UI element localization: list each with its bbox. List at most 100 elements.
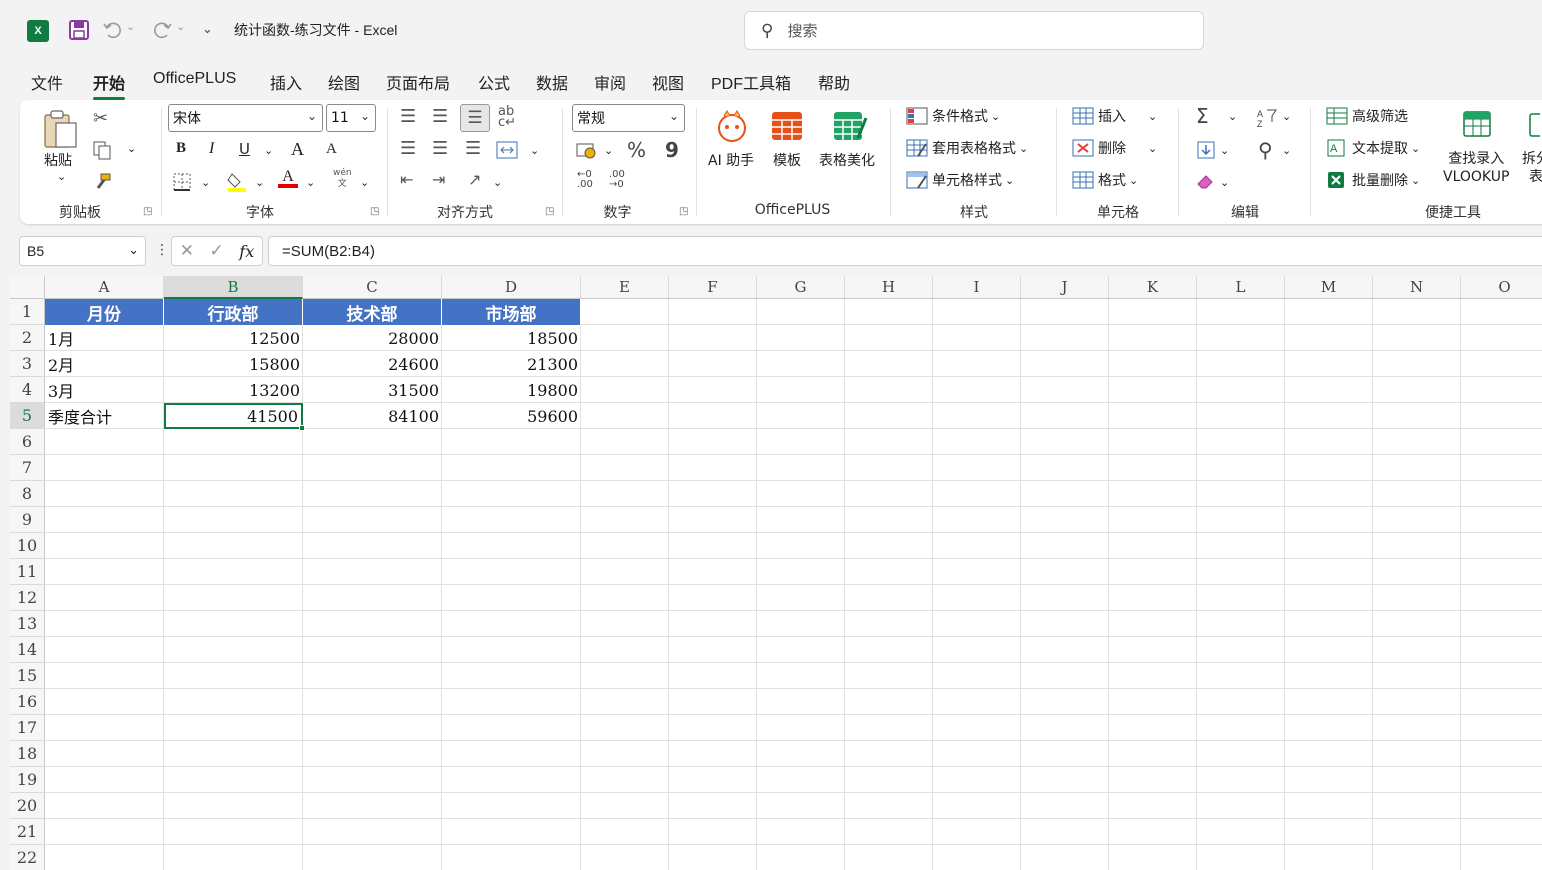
column-header-i[interactable]: I <box>933 276 1021 299</box>
column-header-b[interactable]: B <box>164 276 303 299</box>
worksheet-grid[interactable]: A B C D E F G H I J K L M N O 1 2 3 4 5 6 7 8 9 10 11 12 13 14 15 16 17… <box>10 276 1542 870</box>
orientation-dropdown-icon[interactable]: ⌄ <box>493 176 502 189</box>
comma-style-button[interactable]: 9 <box>665 138 679 162</box>
row-header-17[interactable]: 17 <box>10 715 45 741</box>
row-header-8[interactable]: 8 <box>10 481 45 507</box>
font-color-icon[interactable]: A <box>278 168 298 188</box>
format-painter-icon[interactable] <box>92 172 112 192</box>
paste-dropdown-icon[interactable]: ⌄ <box>57 170 66 183</box>
tab-view[interactable]: 视图 <box>652 70 684 94</box>
text-extract-button[interactable]: A 文本提取 ⌄ <box>1326 138 1420 158</box>
tab-file[interactable]: 文件 <box>31 70 63 94</box>
font-size-select[interactable]: 11 ⌄ <box>326 104 376 132</box>
column-header-o[interactable]: O <box>1461 276 1542 299</box>
underline-dropdown-icon[interactable]: ⌄ <box>264 144 273 157</box>
number-format-select[interactable]: 常规 ⌄ <box>572 104 685 132</box>
shrink-font-button[interactable]: A <box>326 141 337 158</box>
align-left-icon[interactable]: ☰ <box>400 138 416 159</box>
column-header-k[interactable]: K <box>1109 276 1197 299</box>
fill-icon[interactable] <box>1196 140 1216 160</box>
align-right-icon[interactable]: ☰ <box>465 138 481 159</box>
table-cell[interactable]: 31500 <box>303 377 442 403</box>
cut-icon[interactable]: ✂ <box>93 108 108 129</box>
column-header-m[interactable]: M <box>1285 276 1373 299</box>
font-launcher-icon[interactable]: ◳ <box>370 206 379 217</box>
ai-assistant-button[interactable]: AI 助手 <box>708 150 754 170</box>
italic-button[interactable]: I <box>209 140 214 158</box>
batch-delete-button[interactable]: 批量删除 ⌄ <box>1326 170 1420 190</box>
sort-filter-dropdown-icon[interactable]: ⌄ <box>1282 110 1291 123</box>
table-cell[interactable]: 3月 <box>45 377 164 403</box>
row-header-22[interactable]: 22 <box>10 845 45 870</box>
row-header-21[interactable]: 21 <box>10 819 45 845</box>
column-header-e[interactable]: E <box>581 276 669 299</box>
clipboard-launcher-icon[interactable]: ◳ <box>143 206 152 217</box>
search-box[interactable]: ⚲ 搜索 <box>744 11 1204 50</box>
column-header-j[interactable]: J <box>1021 276 1109 299</box>
delete-cells-button[interactable]: 删除 <box>1072 138 1126 158</box>
column-header-d[interactable]: D <box>442 276 581 299</box>
table-cell[interactable]: 59600 <box>442 403 581 429</box>
row-header-2[interactable]: 2 <box>10 325 45 351</box>
save-icon[interactable] <box>67 18 91 42</box>
table-cell[interactable]: 13200 <box>164 377 303 403</box>
split-table-icon[interactable] <box>1528 110 1540 140</box>
conditional-format-button[interactable]: 条件格式 ⌄ <box>906 106 1000 126</box>
copy-dropdown-icon[interactable]: ⌄ <box>127 142 136 155</box>
table-cell[interactable]: 19800 <box>442 377 581 403</box>
align-middle-icon[interactable]: ☰ <box>432 106 448 127</box>
tab-page-layout[interactable]: 页面布局 <box>386 70 450 94</box>
column-header-g[interactable]: G <box>757 276 845 299</box>
row-header-9[interactable]: 9 <box>10 507 45 533</box>
table-header-cell[interactable]: 技术部 <box>303 299 442 325</box>
row-header-13[interactable]: 13 <box>10 611 45 637</box>
borders-icon[interactable] <box>172 172 192 192</box>
table-beautify-icon[interactable] <box>832 110 868 142</box>
tab-formulas[interactable]: 公式 <box>478 70 510 94</box>
name-box[interactable]: B5 ⌄ <box>19 236 146 266</box>
row-header-20[interactable]: 20 <box>10 793 45 819</box>
table-cell[interactable]: 28000 <box>303 325 442 351</box>
align-bottom-icon[interactable]: ☰ <box>460 104 490 132</box>
autosum-icon[interactable]: Σ <box>1196 104 1209 128</box>
table-cell[interactable]: 2月 <box>45 351 164 377</box>
column-header-a[interactable]: A <box>45 276 164 299</box>
row-header-5[interactable]: 5 <box>10 403 45 429</box>
row-header-11[interactable]: 11 <box>10 559 45 585</box>
paste-button[interactable]: 粘贴 <box>44 150 72 170</box>
number-launcher-icon[interactable]: ◳ <box>679 206 688 217</box>
tab-officeplus[interactable]: OfficePLUS <box>153 70 236 88</box>
table-cell[interactable]: 18500 <box>442 325 581 351</box>
sort-filter-icon[interactable]: AZ <box>1256 108 1278 128</box>
merge-center-icon[interactable] <box>496 140 518 160</box>
find-select-dropdown-icon[interactable]: ⌄ <box>1282 144 1291 157</box>
table-header-cell[interactable]: 行政部 <box>164 299 303 325</box>
fill-dropdown-icon[interactable]: ⌄ <box>1220 144 1229 157</box>
column-header-l[interactable]: L <box>1197 276 1285 299</box>
row-header-4[interactable]: 4 <box>10 377 45 403</box>
row-header-3[interactable]: 3 <box>10 351 45 377</box>
column-header-f[interactable]: F <box>669 276 757 299</box>
tab-pdf-tools[interactable]: PDF工具箱 <box>711 70 791 94</box>
fill-color-icon[interactable] <box>226 170 248 192</box>
decrease-decimal-button[interactable]: .00 →0 <box>609 170 635 190</box>
grow-font-button[interactable]: A <box>291 139 304 160</box>
table-cell[interactable]: 15800 <box>164 351 303 377</box>
redo-dropdown-icon[interactable]: ⌄ <box>176 20 185 33</box>
percent-button[interactable]: % <box>627 138 646 162</box>
redo-icon[interactable] <box>150 18 174 42</box>
column-header-h[interactable]: H <box>845 276 933 299</box>
row-header-12[interactable]: 12 <box>10 585 45 611</box>
row-header-19[interactable]: 19 <box>10 767 45 793</box>
row-header-14[interactable]: 14 <box>10 637 45 663</box>
table-cell[interactable]: 1月 <box>45 325 164 351</box>
paste-icon[interactable] <box>42 108 82 152</box>
more-options-icon[interactable]: ⋮ <box>155 242 169 258</box>
table-beautify-button[interactable]: 表格美化 <box>819 150 875 170</box>
row-header-1[interactable]: 1 <box>10 299 45 325</box>
pinyin-icon[interactable]: wén 文 <box>333 168 352 190</box>
underline-button[interactable]: U <box>239 140 250 158</box>
split-table-button[interactable]: 拆分 表 <box>1522 150 1542 186</box>
table-header-cell[interactable]: 市场部 <box>442 299 581 325</box>
tab-data[interactable]: 数据 <box>536 70 568 94</box>
